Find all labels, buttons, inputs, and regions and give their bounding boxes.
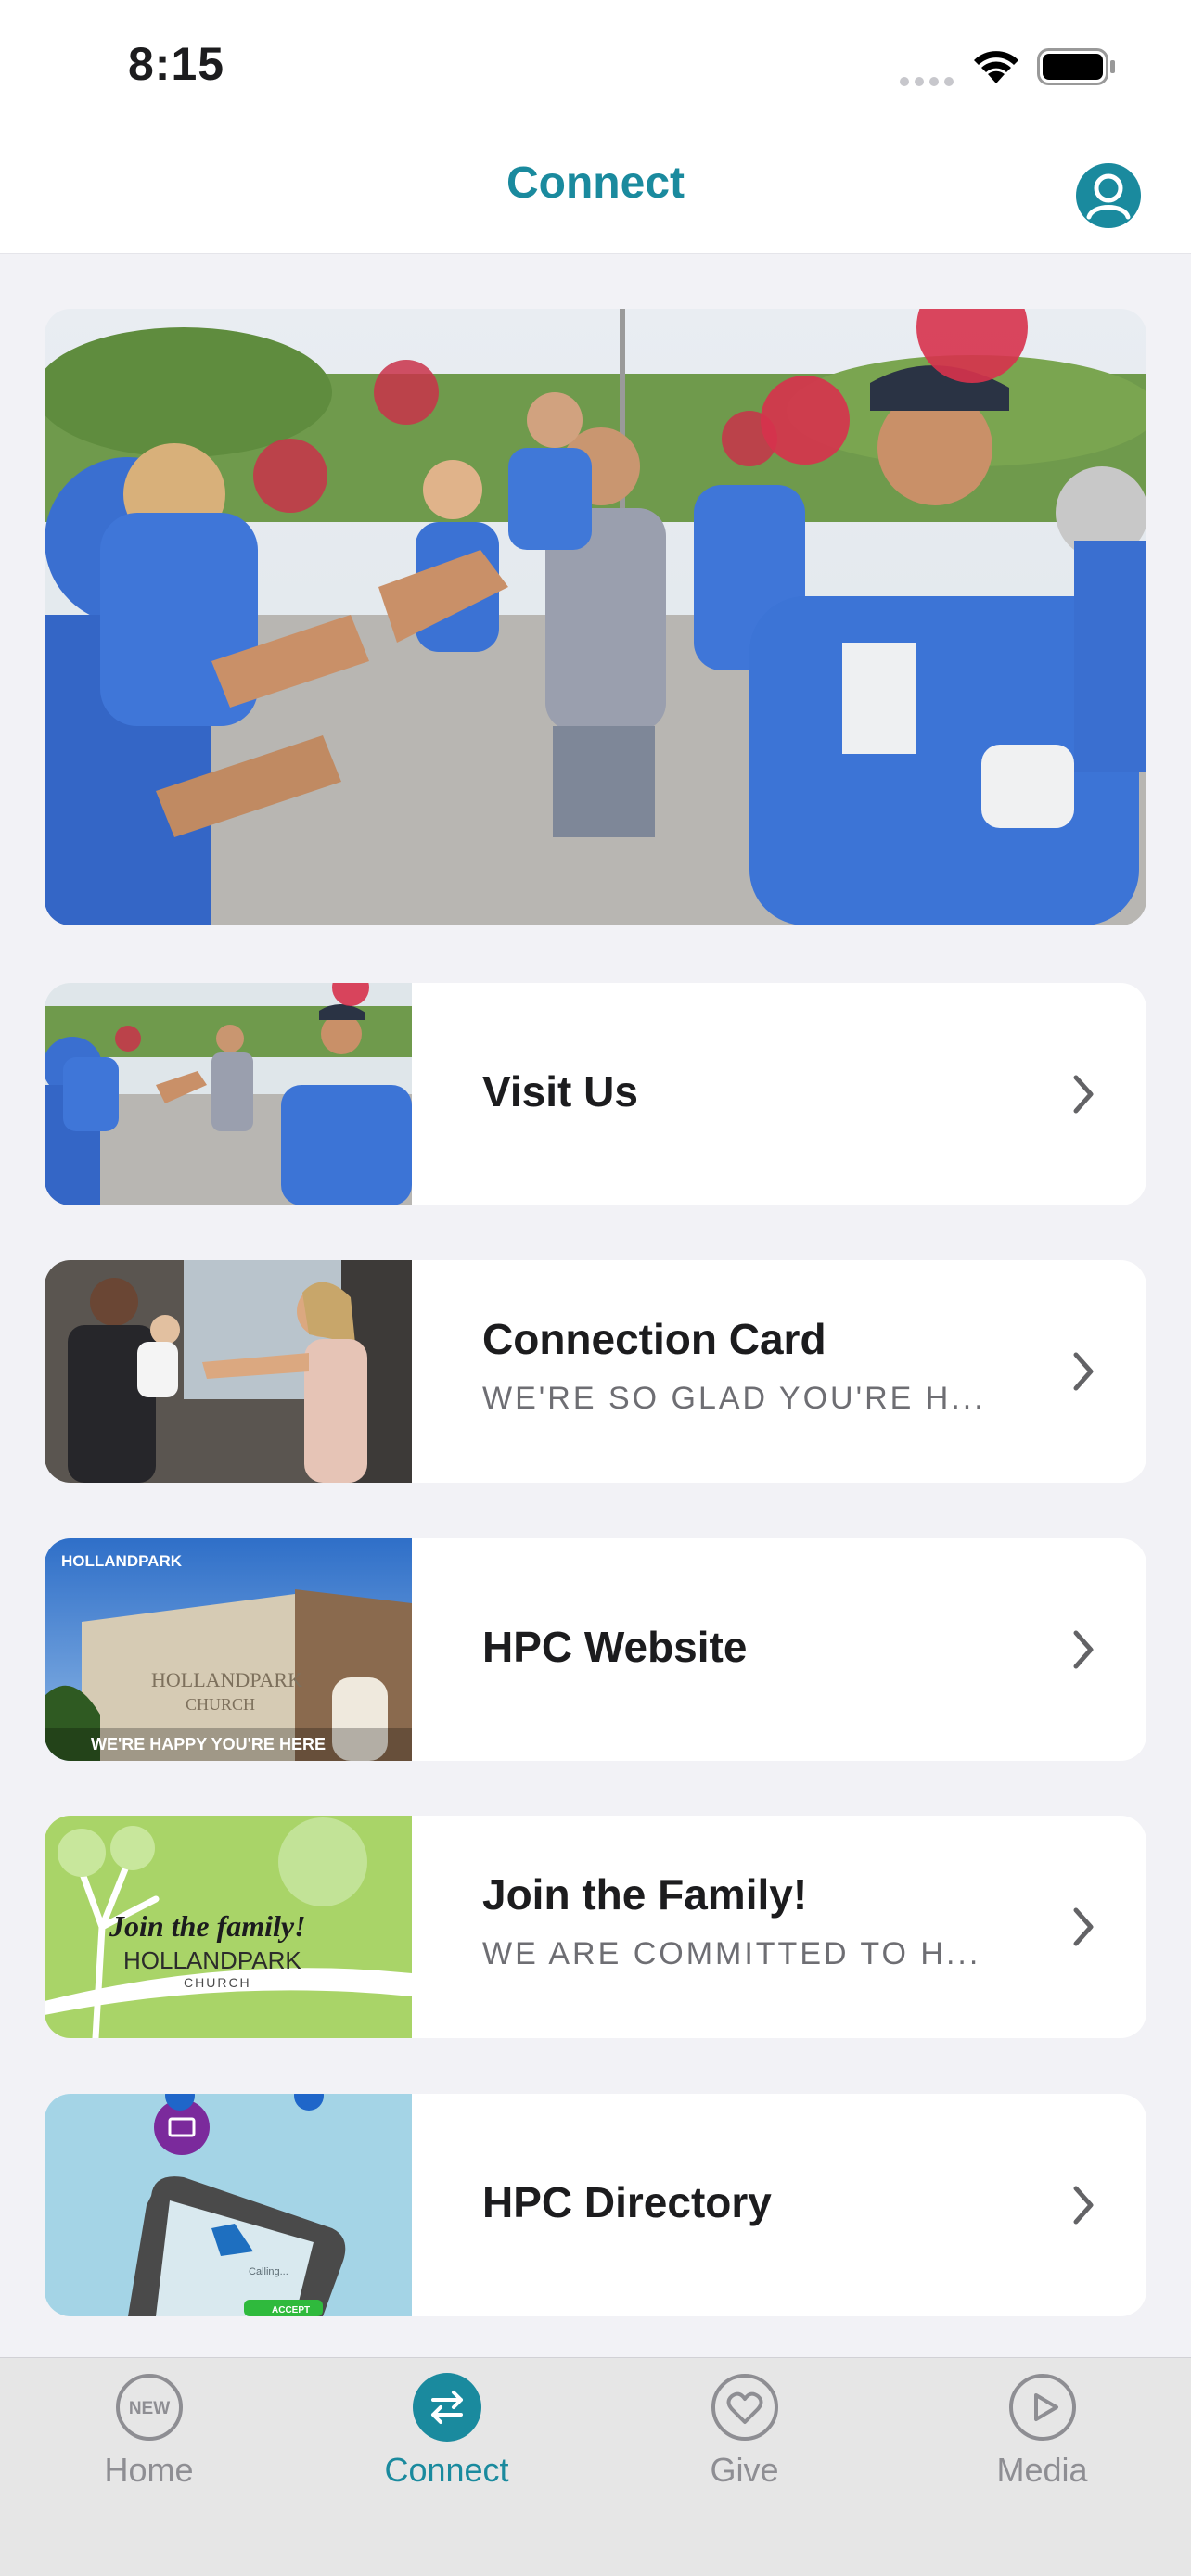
accept-text: ACCEPT — [272, 2305, 310, 2315]
page-title: Connect — [506, 159, 685, 208]
wifi-icon — [974, 51, 1018, 83]
hpc-directory-thumbnail: Calling... ACCEPT — [45, 2094, 412, 2316]
nav-bar: Connect — [0, 130, 1191, 254]
chevron-right-icon — [1073, 1352, 1094, 1391]
tab-label: Connect — [384, 2451, 509, 2489]
list-item-visit-us[interactable]: Visit Us — [45, 983, 1146, 1205]
status-time: 8:15 — [128, 38, 225, 90]
list-item-title: Connection Card — [482, 1315, 826, 1363]
list-item-hpc-website[interactable]: HOLLANDPARK HOLLANDPARK CHURCH WE'RE HAP… — [45, 1538, 1146, 1761]
tab-home[interactable]: NEW Home — [0, 2358, 298, 2576]
list-item-title: HPC Website — [482, 1623, 748, 1671]
hero-photo — [45, 309, 1146, 925]
chevron-right-icon — [1073, 1075, 1094, 1114]
website-tagline: WE'RE HAPPY YOU'RE HERE — [91, 1735, 326, 1753]
visit-us-thumbnail — [45, 983, 412, 1205]
chevron-right-icon — [1073, 1630, 1094, 1669]
list-item-subtitle: WE'RE SO GLAD YOU'RE H... — [482, 1381, 986, 1416]
tab-label: Give — [710, 2451, 779, 2489]
home-badge-text: NEW — [129, 2399, 170, 2418]
family-brand-text: HOLLANDPARK — [123, 1946, 301, 1974]
list-item-text: Visit Us — [482, 983, 1017, 1205]
new-badge-icon: NEW — [116, 2374, 183, 2441]
join-the-family-thumbnail: Join the family! HOLLANDPARK CHURCH — [45, 1816, 412, 2038]
list-item-text: HPC Website — [482, 1538, 1017, 1761]
play-icon — [1009, 2374, 1076, 2441]
connection-card-thumbnail — [45, 1260, 412, 1483]
list-item-join-the-family[interactable]: Join the family! HOLLANDPARK CHURCH Join… — [45, 1816, 1146, 2038]
hpc-website-thumbnail: HOLLANDPARK HOLLANDPARK CHURCH WE'RE HAP… — [45, 1538, 412, 1761]
tab-bar: NEW Home Connect Give Media — [0, 2357, 1191, 2576]
cellular-signal-icon — [900, 74, 959, 91]
tab-give[interactable]: Give — [596, 2358, 893, 2576]
calling-text: Calling... — [249, 2266, 288, 2277]
list-item-hpc-directory[interactable]: Calling... ACCEPT HPC Directory — [45, 2094, 1146, 2316]
heart-icon — [711, 2374, 778, 2441]
profile-icon[interactable] — [1076, 163, 1141, 228]
list-item-title: Join the Family! — [482, 1870, 808, 1919]
status-bar: 8:15 — [0, 0, 1191, 130]
tab-connect[interactable]: Connect — [298, 2358, 596, 2576]
list-item-connection-card[interactable]: Connection Card WE'RE SO GLAD YOU'RE H..… — [45, 1260, 1146, 1483]
list-item-title: Visit Us — [482, 1067, 638, 1116]
building-sign-church: CHURCH — [186, 1695, 255, 1714]
building-sign-text: HOLLANDPARK — [151, 1668, 302, 1691]
hero-image[interactable] — [45, 309, 1146, 925]
list-item-subtitle: WE ARE COMMITTED TO H... — [482, 1936, 981, 1971]
list-item-title: HPC Directory — [482, 2178, 772, 2226]
list-item-text: HPC Directory — [482, 2094, 1017, 2316]
chevron-right-icon — [1073, 2186, 1094, 2225]
family-script-text: Join the family! — [109, 1909, 306, 1943]
list-item-text: Join the Family! WE ARE COMMITTED TO H..… — [482, 1816, 1017, 2038]
chevron-right-icon — [1073, 1907, 1094, 1946]
tab-label: Home — [104, 2451, 194, 2489]
tab-media[interactable]: Media — [893, 2358, 1191, 2576]
connect-arrows-icon — [413, 2373, 481, 2442]
family-church-text: CHURCH — [184, 1975, 251, 1990]
list-item-text: Connection Card WE'RE SO GLAD YOU'RE H..… — [482, 1260, 1017, 1483]
website-brand-text: HOLLANDPARK — [61, 1552, 183, 1570]
battery-icon — [1037, 48, 1115, 85]
tab-label: Media — [996, 2451, 1088, 2489]
